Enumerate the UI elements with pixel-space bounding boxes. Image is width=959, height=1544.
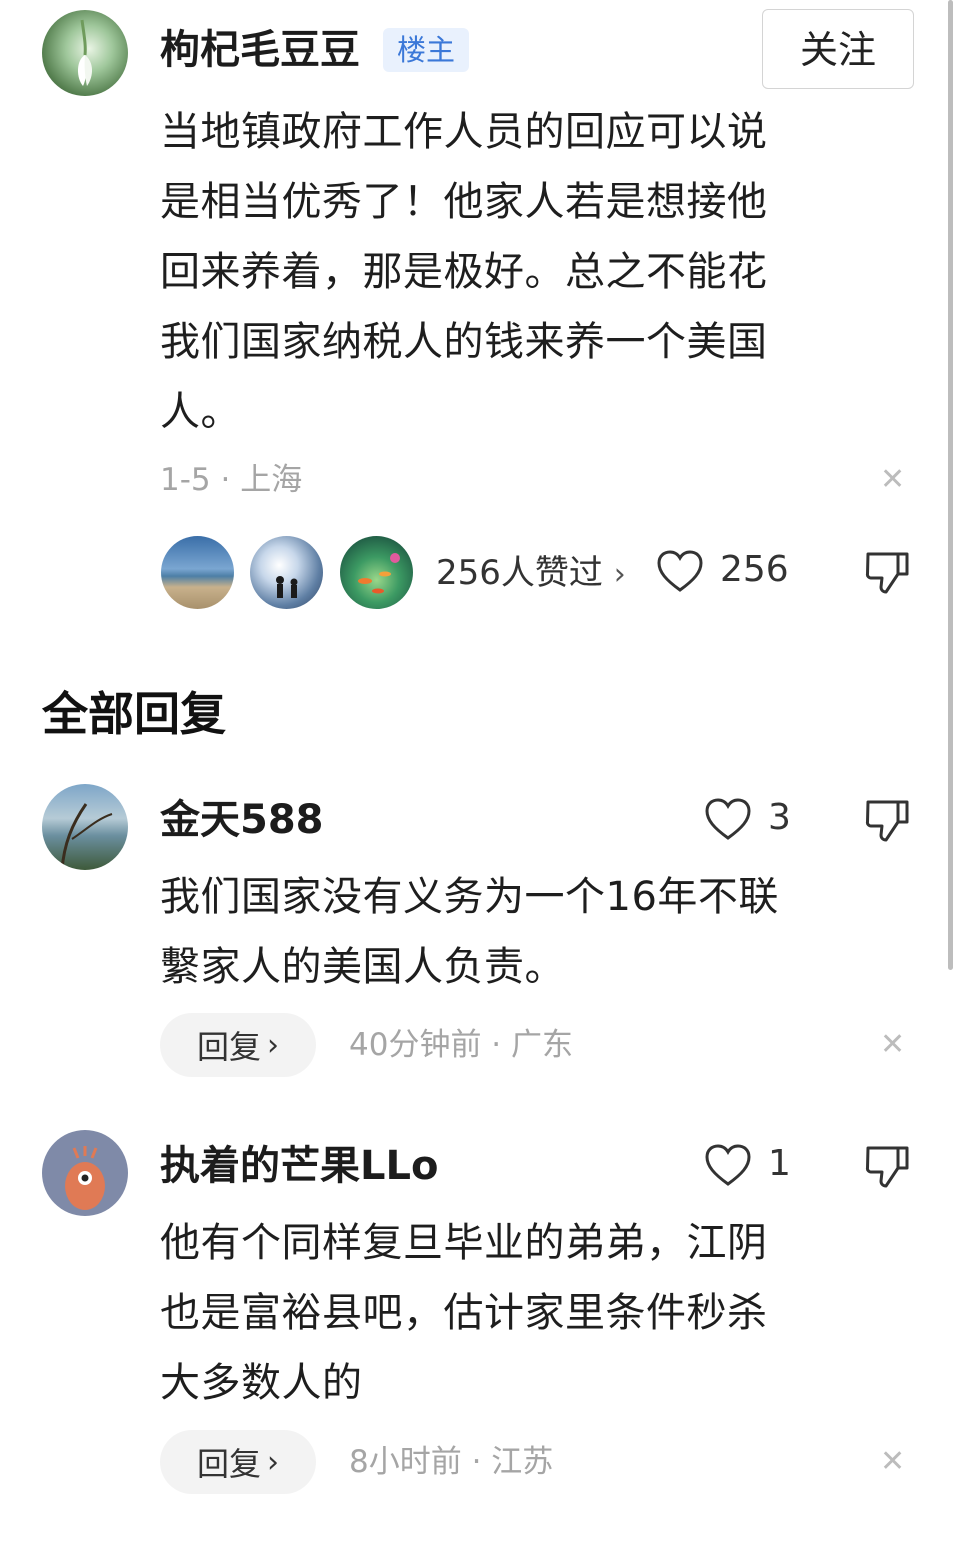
likers-link[interactable]: 256人赞过 › — [436, 552, 626, 596]
op-content-line: 我们国家纳税人的钱来养一个美国 — [160, 319, 768, 365]
likers-label: 256人赞过 — [436, 553, 603, 593]
heart-icon[interactable] — [704, 1144, 752, 1188]
close-icon[interactable]: ✕ — [880, 1442, 905, 1482]
op-content: 当地镇政府工作人员的回应可以说 是相当优秀了！他家人若是想接他 回来养着，那是极… — [160, 97, 900, 447]
op-badge: 楼主 — [383, 28, 469, 72]
dislike-icon[interactable] — [864, 550, 910, 596]
snowdrop-flower-icon — [77, 19, 93, 86]
reply-button[interactable]: 回复 › — [160, 1430, 316, 1494]
op-content-line: 人。 — [160, 389, 241, 435]
scrollbar[interactable] — [948, 0, 953, 970]
op-meta: 1-5 · 上海 — [160, 462, 303, 498]
reply-button-label: 回复 — [196, 1445, 261, 1483]
mango-character-icon — [65, 1146, 105, 1210]
heart-icon[interactable] — [704, 798, 752, 842]
reply-avatar[interactable] — [42, 1130, 128, 1216]
reply-avatar[interactable] — [42, 784, 128, 870]
replies-header: 全部回复 — [42, 687, 226, 741]
close-icon[interactable]: ✕ — [880, 1025, 905, 1065]
koi-fish-icon — [358, 553, 400, 594]
follow-button[interactable]: 关注 — [762, 9, 914, 89]
op-username[interactable]: 枸杞毛豆豆 — [160, 26, 360, 74]
chevron-right-icon: › — [267, 1444, 279, 1480]
reply-content-line: 繫家人的美国人负责。 — [160, 944, 565, 990]
heart-icon[interactable] — [656, 550, 704, 594]
reply-meta: 8小时前 · 江苏 — [349, 1444, 554, 1480]
chevron-right-icon: › — [267, 1027, 279, 1063]
reply-content-line: 也是富裕县吧，估计家里条件秒杀 — [160, 1290, 768, 1336]
tree-icon — [60, 803, 113, 870]
reply-content-line: 我们国家没有义务为一个16年不联 — [160, 874, 779, 920]
close-icon[interactable]: ✕ — [880, 460, 905, 500]
reply-like-count: 1 — [768, 1143, 791, 1184]
reply-username[interactable]: 金天588 — [160, 796, 324, 844]
liker-avatar[interactable] — [161, 536, 234, 609]
liker-avatar[interactable] — [250, 536, 323, 609]
reply-content: 我们国家没有义务为一个16年不联 繫家人的美国人负责。 — [160, 862, 920, 1002]
silhouette-icon — [276, 576, 298, 598]
reply-content-line: 大多数人的 — [160, 1360, 363, 1406]
reply-content-line: 他有个同样复旦毕业的弟弟，江阴 — [160, 1220, 768, 1266]
reply-content: 他有个同样复旦毕业的弟弟，江阴 也是富裕县吧，估计家里条件秒杀 大多数人的 — [160, 1208, 920, 1418]
op-content-line: 回来养着，那是极好。总之不能花 — [160, 249, 768, 295]
liker-avatar[interactable] — [340, 536, 413, 609]
op-content-line: 是相当优秀了！他家人若是想接他 — [160, 179, 768, 225]
reply-button-label: 回复 — [196, 1028, 261, 1066]
dislike-icon[interactable] — [864, 798, 910, 844]
reply-username[interactable]: 执着的芒果LLo — [160, 1142, 438, 1190]
reply-meta: 40分钟前 · 广东 — [349, 1027, 574, 1063]
op-content-line: 当地镇政府工作人员的回应可以说 — [160, 109, 768, 155]
reply-like-count: 3 — [768, 797, 791, 838]
reply-button[interactable]: 回复 › — [160, 1013, 316, 1077]
op-like-count: 256 — [720, 549, 789, 590]
dislike-icon[interactable] — [864, 1144, 910, 1190]
chevron-right-icon: › — [613, 557, 626, 592]
op-avatar[interactable] — [42, 10, 128, 96]
